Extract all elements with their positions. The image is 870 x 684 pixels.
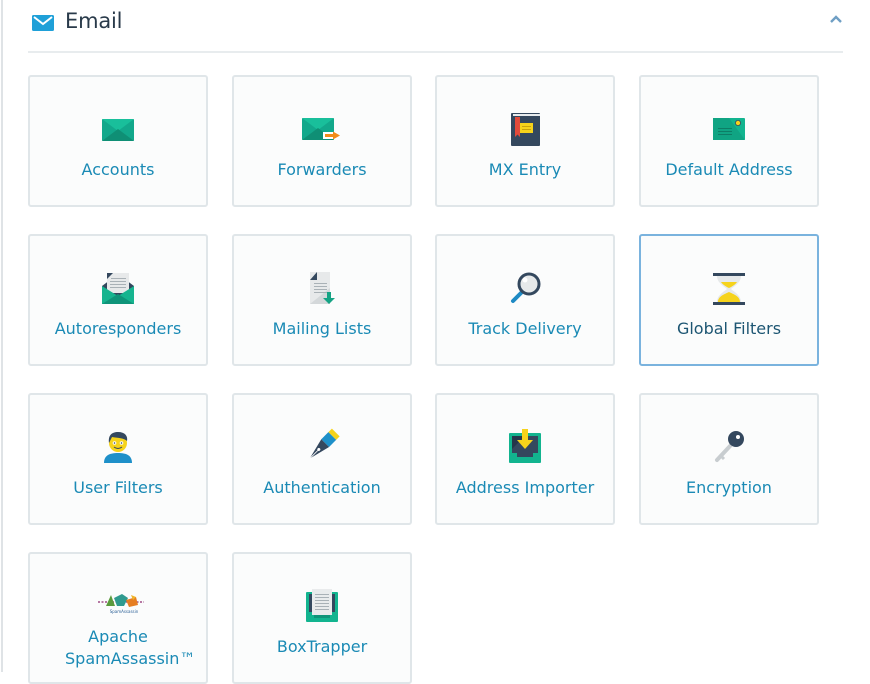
tile-mx-entry[interactable]: MX Entry xyxy=(435,75,615,207)
tile-boxtrapper[interactable]: BoxTrapper xyxy=(232,552,412,684)
tile-encryption[interactable]: Encryption xyxy=(639,393,819,525)
mx-entry-book-icon xyxy=(511,113,540,146)
section-title: Email xyxy=(65,9,123,33)
tile-accounts[interactable]: Accounts xyxy=(28,75,208,207)
spamassassin-logo-icon: SpamAssassin xyxy=(98,594,144,614)
tile-label: Autoresponders xyxy=(54,319,182,338)
user-avatar-icon xyxy=(104,432,132,463)
tile-user-filters[interactable]: User Filters xyxy=(28,393,208,525)
tile-label: Track Delivery xyxy=(468,319,582,338)
tile-autoresponders[interactable]: Autoresponders xyxy=(28,234,208,366)
tile-apache-spamassassin[interactable]: SpamAssassin Apache SpamAssassin™ xyxy=(28,552,208,684)
left-border xyxy=(1,0,3,672)
tile-global-filters[interactable]: Global Filters xyxy=(639,234,819,366)
tile-label: Default Address xyxy=(665,160,793,179)
tile-label: Authentication xyxy=(263,478,381,497)
tile-label: Encryption xyxy=(686,478,772,497)
key-icon xyxy=(715,431,744,462)
autoresponders-open-envelope-icon xyxy=(102,273,134,304)
magnifier-icon xyxy=(511,272,541,303)
chevron-up-icon[interactable] xyxy=(829,12,843,26)
email-section-header[interactable]: Email xyxy=(28,0,843,53)
spamassassin-logo-text: SpamAssassin xyxy=(110,609,139,614)
tile-address-importer[interactable]: Address Importer xyxy=(435,393,615,525)
email-accounts-icon xyxy=(102,119,134,141)
mailing-lists-document-icon xyxy=(310,272,335,304)
tile-default-address[interactable]: Default Address xyxy=(639,75,819,207)
tile-label: BoxTrapper xyxy=(276,637,368,656)
tile-label: Forwarders xyxy=(277,160,367,179)
tile-forwarders[interactable]: Forwarders xyxy=(232,75,412,207)
tile-track-delivery[interactable]: Track Delivery xyxy=(435,234,615,366)
inbox-import-icon xyxy=(509,429,541,463)
envelope-icon xyxy=(32,15,54,31)
tile-authentication[interactable]: Authentication xyxy=(232,393,412,525)
tile-label: Address Importer xyxy=(455,478,595,497)
boxtrapper-tray-icon xyxy=(306,589,338,622)
tile-mailing-lists[interactable]: Mailing Lists xyxy=(232,234,412,366)
email-forwarders-icon xyxy=(302,118,340,140)
tile-label: Mailing Lists xyxy=(272,319,372,338)
default-address-envelope-icon xyxy=(713,118,745,140)
tile-label: Global Filters xyxy=(676,319,782,338)
hourglass-icon xyxy=(713,273,745,305)
tile-label: User Filters xyxy=(73,478,163,497)
tile-label: MX Entry xyxy=(488,160,562,179)
tile-label: Apache SpamAssassin™ xyxy=(65,627,196,668)
fountain-pen-icon xyxy=(309,428,340,459)
tile-label: Accounts xyxy=(81,160,155,179)
